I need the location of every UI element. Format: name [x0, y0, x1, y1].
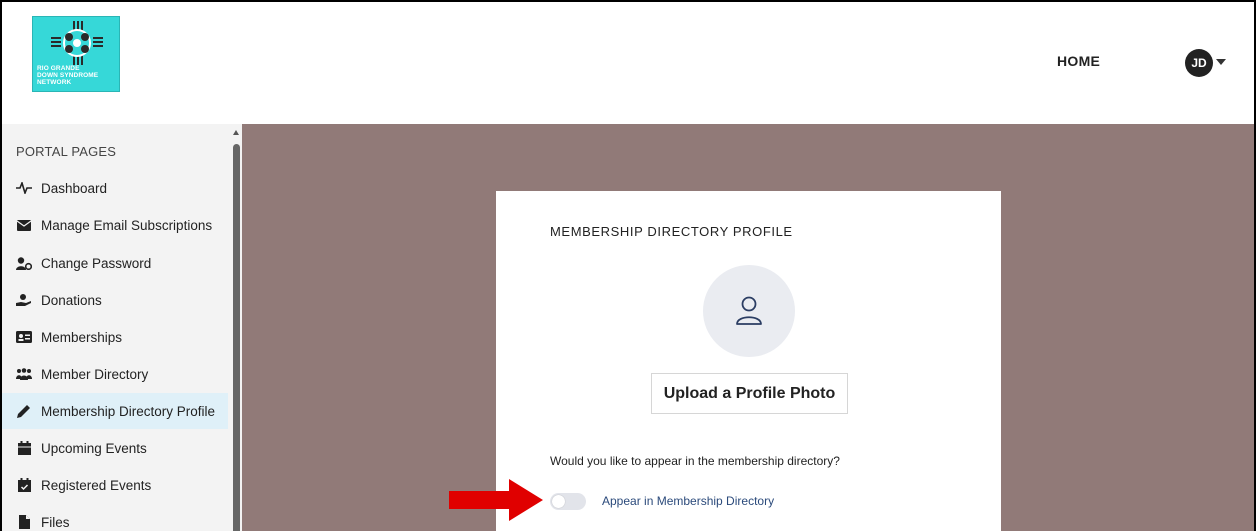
directory-question: Would you like to appear in the membersh… [550, 454, 840, 468]
upload-profile-photo-button[interactable]: Upload a Profile Photo [651, 373, 848, 414]
sidebar-item-dashboard[interactable]: Dashboard [2, 170, 228, 206]
sidebar-item-label: Memberships [41, 329, 123, 345]
calendar-check-icon [16, 478, 32, 492]
red-arrow-annotation-icon [449, 479, 543, 521]
logo-text-line: NETWORK [37, 79, 72, 86]
app-frame: RIO GRANDE DOWN SYNDROME NETWORK HOME JD… [2, 2, 1254, 531]
file-icon [16, 515, 32, 529]
sidebar-item-label: Dashboard [41, 180, 108, 196]
sidebar-item-label: Membership Directory Profile [41, 403, 216, 419]
sidebar-item-label: Manage Email Subscriptions [41, 217, 213, 233]
profile-photo-placeholder [703, 265, 795, 357]
chevron-down-icon[interactable] [1216, 59, 1226, 65]
sidebar-item-membership-directory-profile[interactable]: Membership Directory Profile [2, 393, 228, 429]
user-avatar[interactable]: JD [1185, 49, 1213, 77]
scrollbar-thumb[interactable] [233, 144, 240, 531]
sidebar-item-registered-events[interactable]: Registered Events [2, 467, 228, 503]
envelope-icon [16, 218, 32, 232]
nav-home-link[interactable]: HOME [1057, 53, 1100, 69]
card-title: MEMBERSHIP DIRECTORY PROFILE [550, 224, 793, 239]
pencil-icon [16, 404, 32, 418]
sidebar-item-email-subscriptions[interactable]: Manage Email Subscriptions [2, 207, 228, 243]
sidebar-item-label: Change Password [41, 255, 152, 271]
zia-sun-logo-icon [51, 21, 103, 65]
toggle-knob [552, 495, 565, 508]
appear-in-directory-label[interactable]: Appear in Membership Directory [602, 494, 774, 508]
sidebar-item-label: Donations [41, 292, 102, 308]
sidebar-title: PORTAL PAGES [16, 144, 117, 159]
sidebar-item-label: Member Directory [41, 366, 149, 382]
appear-in-directory-toggle[interactable] [550, 493, 586, 510]
logo-text: RIO GRANDE DOWN SYNDROME NETWORK [37, 65, 98, 86]
sidebar-item-label: Files [41, 514, 70, 530]
profile-card: MEMBERSHIP DIRECTORY PROFILE Upload a Pr… [496, 191, 1001, 531]
scroll-up-arrow-icon[interactable] [233, 130, 239, 135]
sidebar: PORTAL PAGES Dashboard Manage Email Subs… [2, 124, 242, 531]
pulse-icon [16, 181, 32, 195]
logo-text-line: RIO GRANDE [37, 65, 80, 72]
sidebar-item-label: Upcoming Events [41, 440, 147, 456]
sidebar-item-files[interactable]: Files [2, 504, 228, 531]
users-icon [16, 367, 32, 381]
header: RIO GRANDE DOWN SYNDROME NETWORK HOME JD [2, 2, 1254, 124]
id-card-icon [16, 330, 32, 344]
sidebar-item-upcoming-events[interactable]: Upcoming Events [2, 430, 228, 466]
sidebar-item-change-password[interactable]: Change Password [2, 245, 228, 281]
sidebar-item-member-directory[interactable]: Member Directory [2, 356, 228, 392]
user-gear-icon [16, 256, 32, 270]
hand-donation-icon [16, 293, 32, 307]
sidebar-scrollbar[interactable] [230, 124, 242, 531]
user-icon [736, 296, 762, 325]
calendar-icon [16, 441, 32, 455]
logo-text-line: DOWN SYNDROME [37, 72, 99, 79]
organization-logo[interactable]: RIO GRANDE DOWN SYNDROME NETWORK [32, 16, 120, 92]
sidebar-item-label: Registered Events [41, 477, 152, 493]
sidebar-item-donations[interactable]: Donations [2, 282, 228, 318]
sidebar-item-memberships[interactable]: Memberships [2, 319, 228, 355]
main-content: MEMBERSHIP DIRECTORY PROFILE Upload a Pr… [242, 124, 1254, 531]
